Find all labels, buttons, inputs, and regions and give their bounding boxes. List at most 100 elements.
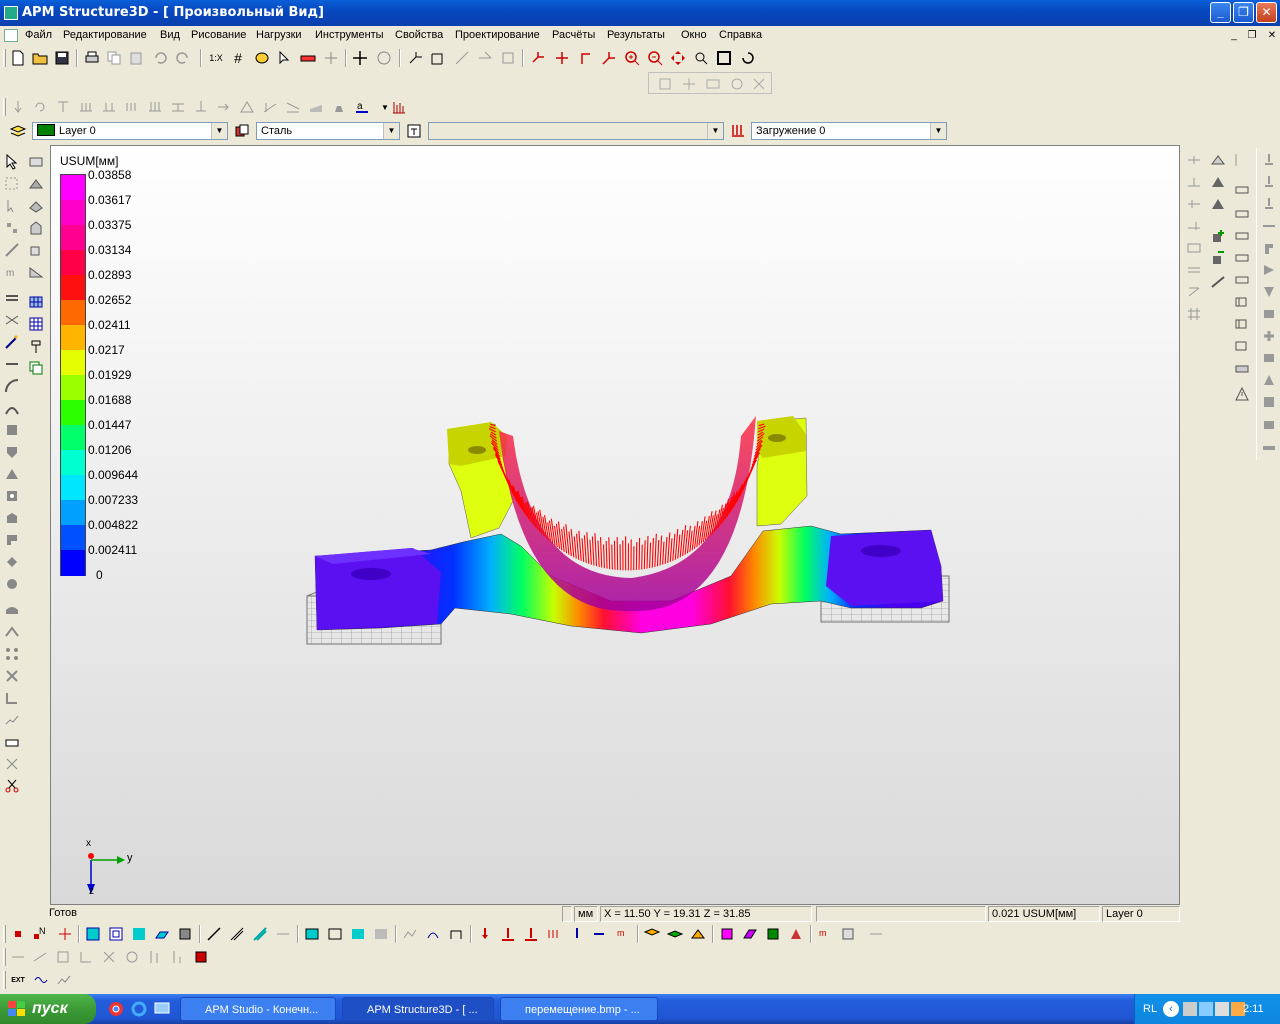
ext-button[interactable]: EXT [8,970,28,990]
language-indicator[interactable]: RL [1143,1003,1157,1015]
pointer-tool-icon[interactable] [2,196,22,216]
mesh-extra-icon[interactable] [371,924,391,944]
line-load-icon[interactable] [168,97,188,117]
edit-tool-icon-7[interactable] [145,947,165,967]
force-display-icon[interactable] [475,924,495,944]
printer-tool-icon[interactable] [2,732,22,752]
right-tool-icon-21[interactable] [1232,292,1252,312]
redo-icon[interactable] [173,48,193,68]
curve-tool-icon[interactable] [2,398,22,418]
support-icon-2[interactable] [1259,172,1279,192]
right-tool-icon-20[interactable] [1232,270,1252,290]
chart-tool-icon[interactable] [54,970,74,990]
force-load-icon[interactable] [8,97,28,117]
plate-load-icon[interactable] [99,97,119,117]
right-tool-icon-14[interactable] [1208,272,1228,292]
wave-tool-icon[interactable] [31,970,51,990]
edit-tool-icon-3[interactable] [53,947,73,967]
zoom-all-icon[interactable] [714,48,734,68]
tool-icon-b[interactable] [475,48,495,68]
view-side-icon[interactable] [576,48,596,68]
support-icon-7[interactable] [1259,282,1279,302]
wind-load-icon[interactable] [214,97,234,117]
tray-expand-icon[interactable]: ‹ [1163,1001,1179,1017]
edit-tool-icon-9[interactable] [191,947,211,967]
box-select-icon[interactable] [2,174,22,194]
cut-tool-icon[interactable] [2,776,22,796]
weight-load-icon[interactable] [329,97,349,117]
rod-section-icon[interactable] [227,924,247,944]
building-tool-icon[interactable] [26,218,46,238]
zoom-in-icon[interactable] [622,48,642,68]
right-tool-icon-12[interactable] [1208,226,1228,246]
area-load-icon[interactable] [306,97,326,117]
material-combo[interactable]: Сталь ▼ [256,122,400,140]
box-display-icon[interactable] [175,924,195,944]
split-nodes-icon[interactable] [2,666,22,686]
support-icon-6[interactable] [1259,260,1279,280]
scale-button[interactable]: 1:X [206,48,226,68]
support-icon-4[interactable] [1259,216,1279,236]
right-tool-icon-4[interactable] [1184,216,1204,236]
square-dot-tool-icon[interactable] [2,486,22,506]
right-tool-icon-3[interactable] [1184,194,1204,214]
frame-icon[interactable] [428,48,448,68]
palette-icon[interactable] [252,48,272,68]
temp-load-icon[interactable] [145,97,165,117]
float-tool-icon-3[interactable] [703,74,723,94]
layer-combo[interactable]: Layer 0 ▼ [32,122,228,140]
crosshair-icon[interactable] [350,48,370,68]
menu-window[interactable]: Окно [681,29,707,41]
angle-tool-icon[interactable] [2,688,22,708]
dist-load-icon[interactable] [53,97,73,117]
rod-display-icon[interactable] [204,924,224,944]
solid-tool-icon[interactable] [2,552,22,572]
menu-help[interactable]: Справка [719,29,762,41]
right-tool-icon-7[interactable] [1184,282,1204,302]
fill-display-icon[interactable] [83,924,103,944]
mesh-outline-icon[interactable] [325,924,345,944]
paste-icon[interactable] [126,48,146,68]
measure-icon[interactable] [321,48,341,68]
ramp-tool-icon[interactable] [26,262,46,282]
copy-icon[interactable] [104,48,124,68]
graph-tool-icon[interactable] [2,710,22,730]
support-icon-1[interactable] [1259,150,1279,170]
right-tool-icon-10[interactable] [1208,172,1228,192]
support-color-icon[interactable] [786,924,806,944]
float-tool-icon-1[interactable] [655,74,675,94]
ie-icon[interactable] [131,1001,147,1017]
edit-tool-icon-6[interactable] [122,947,142,967]
axes-display-icon[interactable] [55,924,75,944]
menu-view[interactable]: Вид [160,29,180,41]
right-tool-icon-11[interactable] [1208,194,1228,214]
hammer-tool-icon[interactable] [26,336,46,356]
dim-tool-icon[interactable] [2,622,22,642]
solid-display-icon[interactable] [129,924,149,944]
magenta-color-icon[interactable] [717,924,737,944]
section-combo[interactable]: ▼ [428,122,724,140]
reaction-display-icon[interactable] [590,924,610,944]
support-icon-8[interactable] [1259,304,1279,324]
menu-calculations[interactable]: Расчёты [552,29,595,41]
moment-display-icon[interactable]: m [613,924,633,944]
document-icon[interactable] [4,29,18,42]
wand-tool-icon[interactable] [2,332,22,352]
mesh-tool-icon[interactable] [26,292,46,312]
support-icon-11[interactable] [1259,370,1279,390]
shape-tool-icon[interactable] [26,174,46,194]
menu-design[interactable]: Проектирование [455,29,540,41]
green-color-icon[interactable] [763,924,783,944]
node-load-icon[interactable] [191,97,211,117]
maximize-button[interactable]: ❐ [1233,2,1254,23]
support-icon-14[interactable] [1259,436,1279,456]
support-icon-3[interactable] [1259,194,1279,214]
network-icon[interactable] [1183,1002,1197,1016]
window-select-icon[interactable] [26,152,46,172]
title-bar[interactable]: APM Structure3D - [ Произвольный Вид] _ … [0,0,1280,26]
support-icon-13[interactable] [1259,414,1279,434]
grid-mesh-icon[interactable] [26,314,46,334]
grid-icon[interactable]: # [228,48,248,68]
support-icon-12[interactable] [1259,392,1279,412]
pressure-display-icon[interactable] [544,924,564,944]
